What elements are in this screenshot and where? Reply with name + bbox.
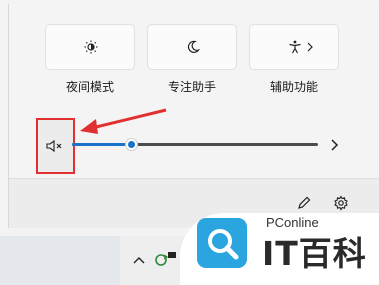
moon-icon xyxy=(187,40,200,53)
volume-slider-fill xyxy=(72,143,132,146)
pconline-logo xyxy=(197,218,247,268)
chevron-up-icon[interactable] xyxy=(133,256,145,264)
speaker-muted-icon xyxy=(46,139,62,153)
mute-button[interactable] xyxy=(36,118,75,174)
gear-icon[interactable] xyxy=(333,195,349,211)
network-icon[interactable] xyxy=(168,252,176,258)
accessibility-toggle[interactable] xyxy=(249,24,339,70)
night-light-toggle[interactable] xyxy=(45,24,135,70)
focus-assist-label: 专注助手 xyxy=(167,80,216,94)
night-light-label: 夜间模式 xyxy=(65,80,114,94)
accessibility-label: 辅助功能 xyxy=(269,80,318,94)
edit-icon[interactable] xyxy=(297,196,311,210)
accessibility-icon xyxy=(289,40,301,54)
taskbar-left-area xyxy=(0,236,120,285)
magnifier-icon xyxy=(208,229,239,260)
chevron-right-icon xyxy=(307,42,313,52)
volume-slider-thumb[interactable] xyxy=(125,138,139,151)
cloud-sync-icon[interactable] xyxy=(154,253,168,267)
annotation-arrow xyxy=(80,108,167,134)
chevron-right-icon[interactable] xyxy=(330,138,340,152)
brightness-icon xyxy=(84,40,98,54)
focus-assist-toggle[interactable] xyxy=(147,24,237,70)
watermark-title: IT百科 xyxy=(262,234,367,273)
